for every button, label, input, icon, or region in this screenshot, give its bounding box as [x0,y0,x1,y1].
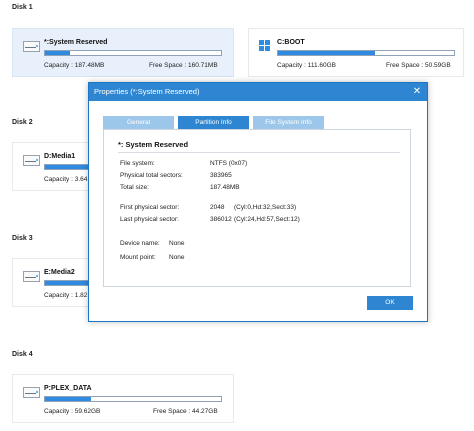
windows-icon [259,40,271,52]
tab-general[interactable]: General [103,116,174,129]
usage-bar [277,50,455,56]
properties-dialog: Properties (*:System Reserved) ✕ General… [88,82,428,322]
disk-1-label: Disk 1 [12,4,33,11]
free-space-text: Free Space : 50.59GB [386,62,451,69]
partition-name: P:PLEX_DATA [44,385,92,392]
partition-info-panel: *: System Reserved File system: NTFS (0x… [103,129,411,287]
usage-bar-fill [45,397,91,401]
partition-card-boot[interactable]: C:BOOT Capacity : 111.60GB Free Space : … [248,28,464,77]
dialog-titlebar[interactable]: Properties (*:System Reserved) ✕ [89,83,427,101]
file-system-value: NTFS (0x07) [210,160,248,167]
capacity-text: Capacity : 3.64 [44,176,88,183]
tab-partition-info[interactable]: Partition Info [178,116,249,129]
divider [118,152,400,153]
drive-icon [23,39,40,52]
free-space-text: Free Space : 44.27GB [153,408,218,415]
drive-icon [23,385,40,398]
capacity-text: Capacity : 1.82 [44,292,88,299]
free-space-text: Free Space : 160.71MB [149,62,218,69]
drive-icon [23,153,40,166]
first-sector-label: First physical sector: [120,204,180,211]
ok-button[interactable]: OK [367,296,413,310]
last-sector-detail: (Cyl:24,Hd:57,Sect:12) [234,216,300,223]
usage-bar-fill [45,51,70,55]
total-size-value: 187.48MB [210,184,240,191]
tab-file-system-info[interactable]: File System Info [253,116,324,129]
device-name-label: Device name: [120,240,160,247]
capacity-text: Capacity : 187.48MB [44,62,105,69]
usage-bar [44,50,222,56]
total-size-label: Total size: [120,184,149,191]
partition-card-system-reserved[interactable]: *:System Reserved Capacity : 187.48MB Fr… [12,28,234,77]
dialog-title: Properties (*:System Reserved) [94,87,200,96]
mount-point-label: Mount point: [120,254,156,261]
mount-point-value: None [169,254,185,261]
file-system-label: File system: [120,160,155,167]
last-sector-value: 386012 [210,216,232,223]
drive-icon [23,269,40,282]
close-icon[interactable]: ✕ [411,86,423,98]
physical-total-sectors-label: Physical total sectors: [120,172,183,179]
partition-name: E:Media2 [44,269,75,276]
partition-name: C:BOOT [277,39,305,46]
usage-bar-fill [278,51,375,55]
partition-name: *:System Reserved [44,39,108,46]
capacity-text: Capacity : 111.60GB [277,62,337,69]
device-name-value: None [169,240,185,247]
disk-2-label: Disk 2 [12,119,33,126]
partition-name: D:Media1 [44,153,76,160]
first-sector-value: 2048 [210,204,225,211]
first-sector-detail: (Cyl:0,Hd:32,Sect:33) [234,204,297,211]
disk-3-label: Disk 3 [12,235,33,242]
physical-total-sectors-value: 383965 [210,172,232,179]
capacity-text: Capacity : 59.62GB [44,408,101,415]
partition-title: *: System Reserved [118,140,189,149]
disk-4-label: Disk 4 [12,351,33,358]
usage-bar [44,396,222,402]
last-sector-label: Last physical sector: [120,216,179,223]
partition-card-plex-data[interactable]: P:PLEX_DATA Capacity : 59.62GB Free Spac… [12,374,234,423]
